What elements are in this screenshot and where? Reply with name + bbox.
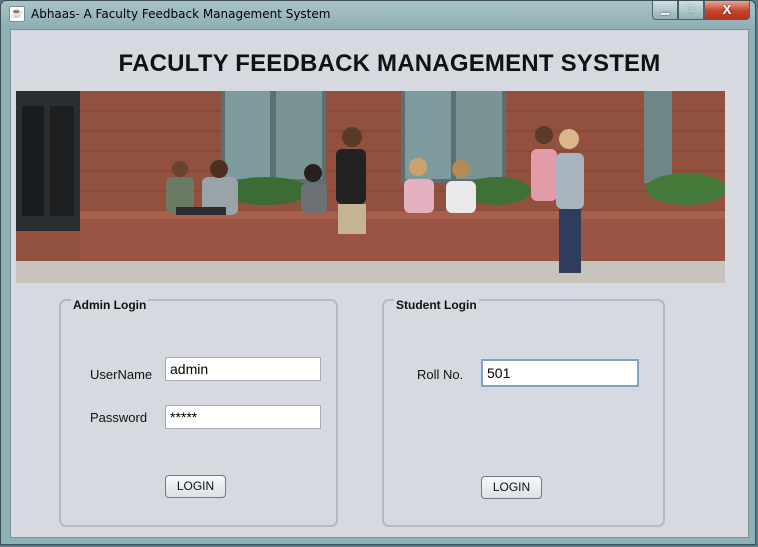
minimize-button[interactable]: ▁ [652,1,678,20]
page-title: FACULTY FEEDBACK MANAGEMENT SYSTEM [118,50,661,77]
window-title: Abhaas- A Faculty Feedback Management Sy… [31,7,331,21]
username-label: UserName [90,367,153,382]
close-button[interactable]: X [704,1,750,20]
java-app-icon[interactable]: ☕ [9,6,25,22]
admin-login-title: Admin Login [71,298,149,312]
student-login-title: Student Login [394,298,479,312]
banner-image [16,91,725,283]
app-window: ☕ Abhaas- A Faculty Feedback Management … [0,0,756,545]
username-input[interactable] [165,357,321,381]
student-login-panel: Student Login Roll No. LOGIN [382,298,665,527]
password-label: Password [90,410,148,425]
password-input[interactable] [165,405,321,429]
admin-login-panel: Admin Login UserName Password LOGIN [59,298,338,527]
admin-login-button[interactable]: LOGIN [165,475,226,498]
maximize-button[interactable]: □ [678,1,704,20]
window-controls: ▁ □ X [652,1,750,20]
main-content: FACULTY FEEDBACK MANAGEMENT SYSTEM Admin… [10,29,749,538]
roll-number-label: Roll No. [417,367,464,382]
student-login-button[interactable]: LOGIN [481,476,542,499]
title-bar[interactable]: ☕ Abhaas- A Faculty Feedback Management … [1,1,755,28]
roll-number-input[interactable] [481,359,639,387]
